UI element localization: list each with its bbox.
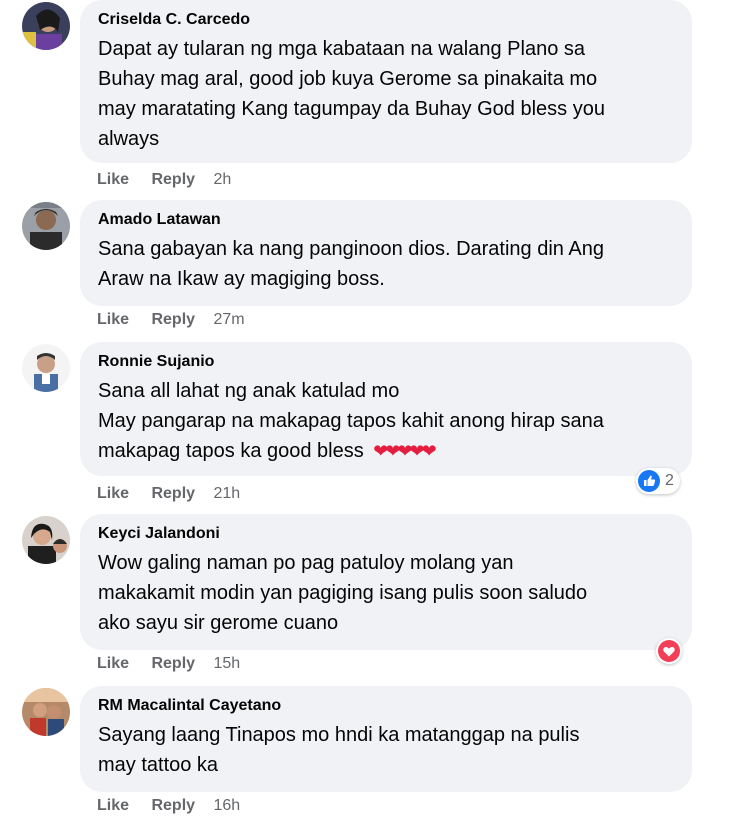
like-button[interactable]: Like — [97, 485, 129, 502]
like-button[interactable]: Like — [97, 311, 129, 328]
comment-line: Sayang laang Tinapos mo hndi ka matangga… — [98, 724, 580, 746]
comment-line: Buhay mag aral, good job kuya Gerome sa … — [98, 68, 598, 90]
comment-bubble: Criselda C. Carcedo Dapat ay tularan ng … — [80, 0, 692, 163]
comment-text: Dapat ay tularan ng mga kabataan na wala… — [98, 34, 674, 154]
comment-text: Sayang laang Tinapos mo hndi ka matangga… — [98, 720, 674, 780]
comment-line: Sana all lahat ng anak katulad mo — [98, 380, 400, 402]
comment-actions: Like Reply 16h — [97, 796, 258, 816]
comment-line: always — [98, 128, 160, 150]
timestamp[interactable]: 15h — [214, 655, 241, 672]
comment-actions: Like Reply 21h — [97, 484, 258, 504]
avatar[interactable] — [22, 344, 70, 392]
like-button[interactable]: Like — [97, 655, 129, 672]
love-icon — [658, 640, 680, 662]
comment-line: May pangarap na makapag tapos kahit anon… — [98, 410, 604, 432]
like-button[interactable]: Like — [97, 171, 129, 188]
comment-line: Araw na Ikaw ay magiging boss. — [98, 268, 385, 290]
comment-line: may tattoo ka — [98, 754, 219, 776]
avatar[interactable] — [22, 516, 70, 564]
heart-emoji-icon: ❤❤❤❤❤ — [373, 441, 436, 461]
timestamp[interactable]: 2h — [214, 171, 232, 188]
timestamp[interactable]: 27m — [214, 311, 245, 328]
comment-line: makapag tapos ka good bless ❤❤❤❤❤ — [98, 436, 674, 466]
comment-actions: Like Reply 15h — [97, 654, 258, 674]
comment-line: Dapat ay tularan ng mga kabataan na wala… — [98, 38, 586, 60]
comment-author[interactable]: Ronnie Sujanio — [98, 352, 674, 372]
comment-line-text: makapag tapos ka good bless — [98, 440, 364, 462]
like-button[interactable]: Like — [97, 797, 129, 814]
reaction-count: 2 — [665, 472, 674, 489]
comment-line: makakamit modin yan pagiging isang pulis… — [98, 582, 588, 604]
avatar[interactable] — [22, 202, 70, 250]
comment-line: may maratating Kang tagumpay da Buhay Go… — [98, 98, 605, 120]
comment-line: ako sayu sir gerome cuano — [98, 612, 339, 634]
reaction-summary[interactable]: 2 — [636, 468, 680, 494]
reply-button[interactable]: Reply — [151, 485, 195, 502]
comment-line: Sana gabayan ka nang panginoon dios. Dar… — [98, 238, 604, 260]
comment-bubble: Keyci Jalandoni Wow galing naman po pag … — [80, 514, 692, 650]
like-icon — [638, 470, 660, 492]
timestamp[interactable]: 21h — [214, 485, 241, 502]
timestamp[interactable]: 16h — [214, 797, 241, 814]
comment-author[interactable]: Criselda C. Carcedo — [98, 10, 674, 30]
comment-author[interactable]: Amado Latawan — [98, 210, 674, 230]
comment-actions: Like Reply 2h — [97, 170, 249, 190]
reaction-summary[interactable] — [656, 638, 682, 664]
avatar[interactable] — [22, 2, 70, 50]
comment-bubble: Amado Latawan Sana gabayan ka nang pangi… — [80, 200, 692, 306]
avatar[interactable] — [22, 688, 70, 736]
comment-author[interactable]: RM Macalintal Cayetano — [98, 696, 674, 716]
reply-button[interactable]: Reply — [151, 171, 195, 188]
comment-text: Wow galing naman po pag patuloy molang y… — [98, 548, 674, 638]
reply-button[interactable]: Reply — [151, 311, 195, 328]
comment-bubble: RM Macalintal Cayetano Sayang laang Tina… — [80, 686, 692, 792]
comment-text: Sana all lahat ng anak katulad mo May pa… — [98, 376, 674, 466]
comment-line: Wow galing naman po pag patuloy molang y… — [98, 552, 514, 574]
comment-actions: Like Reply 27m — [97, 310, 263, 330]
comment-author[interactable]: Keyci Jalandoni — [98, 524, 674, 544]
reply-button[interactable]: Reply — [151, 797, 195, 814]
comment-bubble: Ronnie Sujanio Sana all lahat ng anak ka… — [80, 342, 692, 476]
reply-button[interactable]: Reply — [151, 655, 195, 672]
comment-text: Sana gabayan ka nang panginoon dios. Dar… — [98, 234, 674, 294]
